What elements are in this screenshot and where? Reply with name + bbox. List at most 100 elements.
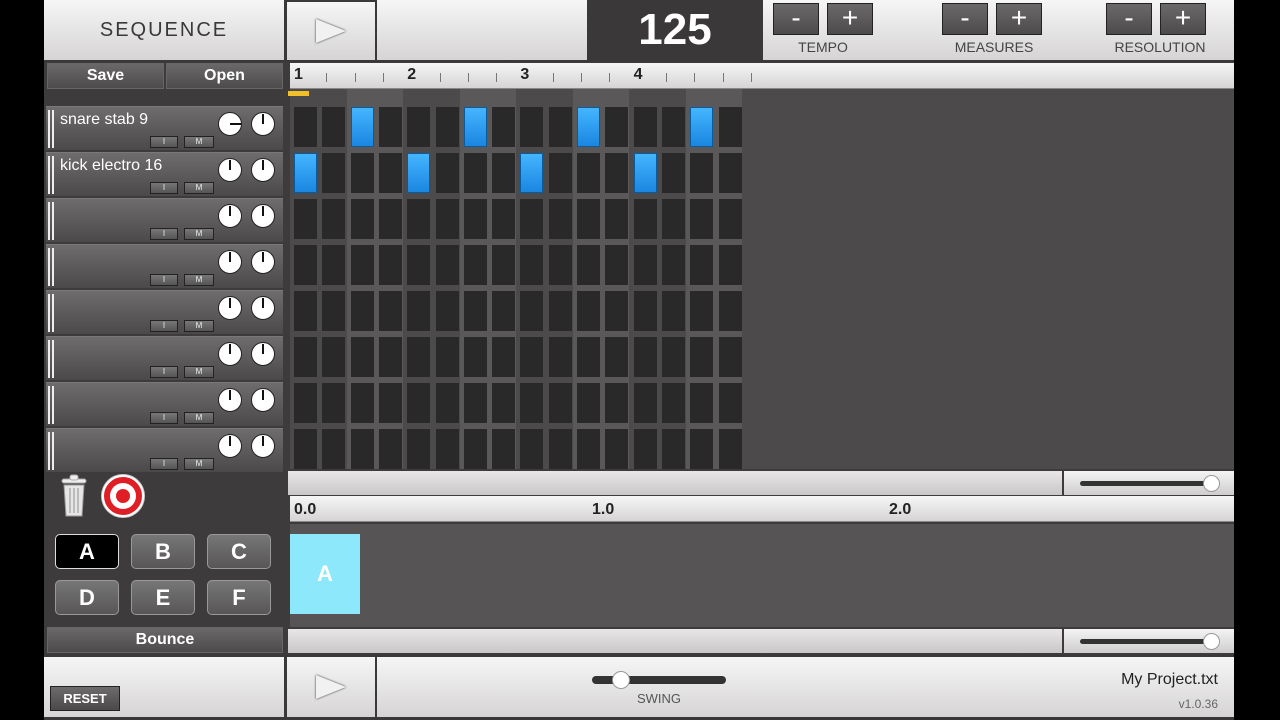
step-cell[interactable] [605,153,629,193]
step-cell-active[interactable] [633,153,657,193]
track-row[interactable]: IM [46,336,283,380]
step-cell[interactable] [577,383,600,423]
track-mute-button[interactable]: M [184,182,214,194]
step-cell[interactable] [407,429,431,469]
grid-zoom-slider[interactable] [1064,471,1234,495]
tempo-plus-button[interactable]: + [827,3,873,35]
track-i-button[interactable]: I [150,320,178,332]
step-cell[interactable] [520,337,544,377]
pan-knob-icon[interactable] [251,388,275,412]
track-drag-handle[interactable] [48,386,54,424]
step-cell[interactable] [661,291,685,331]
step-cell-active[interactable] [520,153,544,193]
step-cell[interactable] [577,291,600,331]
step-cell[interactable] [690,245,714,285]
play-song-button[interactable] [287,657,375,717]
step-cell[interactable] [548,199,572,239]
step-cell[interactable] [322,245,346,285]
step-cell[interactable] [407,107,431,147]
step-cell-active[interactable] [577,107,600,147]
save-button[interactable]: Save [47,63,164,89]
step-cell[interactable] [378,199,402,239]
step-cell[interactable] [492,429,516,469]
track-drag-handle[interactable] [48,202,54,240]
step-cell[interactable] [661,153,685,193]
track-i-button[interactable]: I [150,274,178,286]
track-row[interactable]: IM [46,244,283,288]
grid-zoom-thumb[interactable] [1203,475,1220,492]
step-cell[interactable] [492,153,516,193]
volume-knob-icon[interactable] [218,296,242,320]
reset-button[interactable]: RESET [50,686,120,711]
step-cell[interactable] [463,153,487,193]
step-cell[interactable] [520,245,544,285]
step-cell[interactable] [435,199,459,239]
step-cell[interactable] [633,337,657,377]
volume-knob-icon[interactable] [218,434,242,458]
step-cell[interactable] [718,199,742,239]
track-mute-button[interactable]: M [184,366,214,378]
track-drag-handle[interactable] [48,110,54,148]
step-cell[interactable] [350,429,374,469]
step-cell[interactable] [520,383,544,423]
step-cell[interactable] [322,107,346,147]
step-cell[interactable] [633,107,657,147]
step-cell[interactable] [520,199,544,239]
volume-knob-icon[interactable] [218,388,242,412]
step-cell[interactable] [690,383,714,423]
open-button[interactable]: Open [166,63,283,89]
step-cell[interactable] [718,429,742,469]
step-cell[interactable] [407,337,431,377]
step-cell[interactable] [548,107,572,147]
volume-knob-icon[interactable] [218,250,242,274]
step-cell[interactable] [577,199,600,239]
step-cell[interactable] [605,107,629,147]
step-cell-active[interactable] [407,153,431,193]
step-cell[interactable] [322,429,346,469]
track-i-button[interactable]: I [150,458,178,470]
track-row[interactable]: IM [46,382,283,426]
step-cell[interactable] [378,153,402,193]
track-drag-handle[interactable] [48,340,54,378]
step-cell[interactable] [463,291,487,331]
step-cell[interactable] [322,153,346,193]
step-cell[interactable] [294,199,317,239]
step-cell[interactable] [294,291,317,331]
step-cell[interactable] [718,291,742,331]
step-cell[interactable] [492,107,516,147]
step-cell[interactable] [605,383,629,423]
step-cell[interactable] [350,337,374,377]
step-cell[interactable] [435,383,459,423]
trash-icon[interactable] [59,474,89,518]
step-cell[interactable] [350,245,374,285]
track-mute-button[interactable]: M [184,228,214,240]
step-cell-active[interactable] [350,107,374,147]
step-cell[interactable] [633,199,657,239]
track-row[interactable]: IM [46,290,283,334]
step-cell[interactable] [407,199,431,239]
pan-knob-icon[interactable] [251,158,275,182]
track-i-button[interactable]: I [150,228,178,240]
track-mute-button[interactable]: M [184,412,214,424]
step-cell[interactable] [378,107,402,147]
step-cell[interactable] [435,291,459,331]
step-cell[interactable] [350,291,374,331]
volume-knob-icon[interactable] [218,204,242,228]
step-cell[interactable] [350,383,374,423]
track-i-button[interactable]: I [150,412,178,424]
step-cell-active[interactable] [690,107,714,147]
volume-knob-icon[interactable] [218,342,242,366]
step-cell[interactable] [435,337,459,377]
step-cell[interactable] [463,383,487,423]
step-cell[interactable] [605,429,629,469]
pattern-button[interactable]: E [131,580,195,615]
step-cell-active[interactable] [463,107,487,147]
step-cell[interactable] [690,199,714,239]
step-cell[interactable] [577,337,600,377]
step-cell[interactable] [605,245,629,285]
step-cell[interactable] [492,337,516,377]
step-cell[interactable] [690,429,714,469]
step-cell[interactable] [294,107,317,147]
volume-knob-icon[interactable] [218,158,242,182]
step-cell[interactable] [492,245,516,285]
